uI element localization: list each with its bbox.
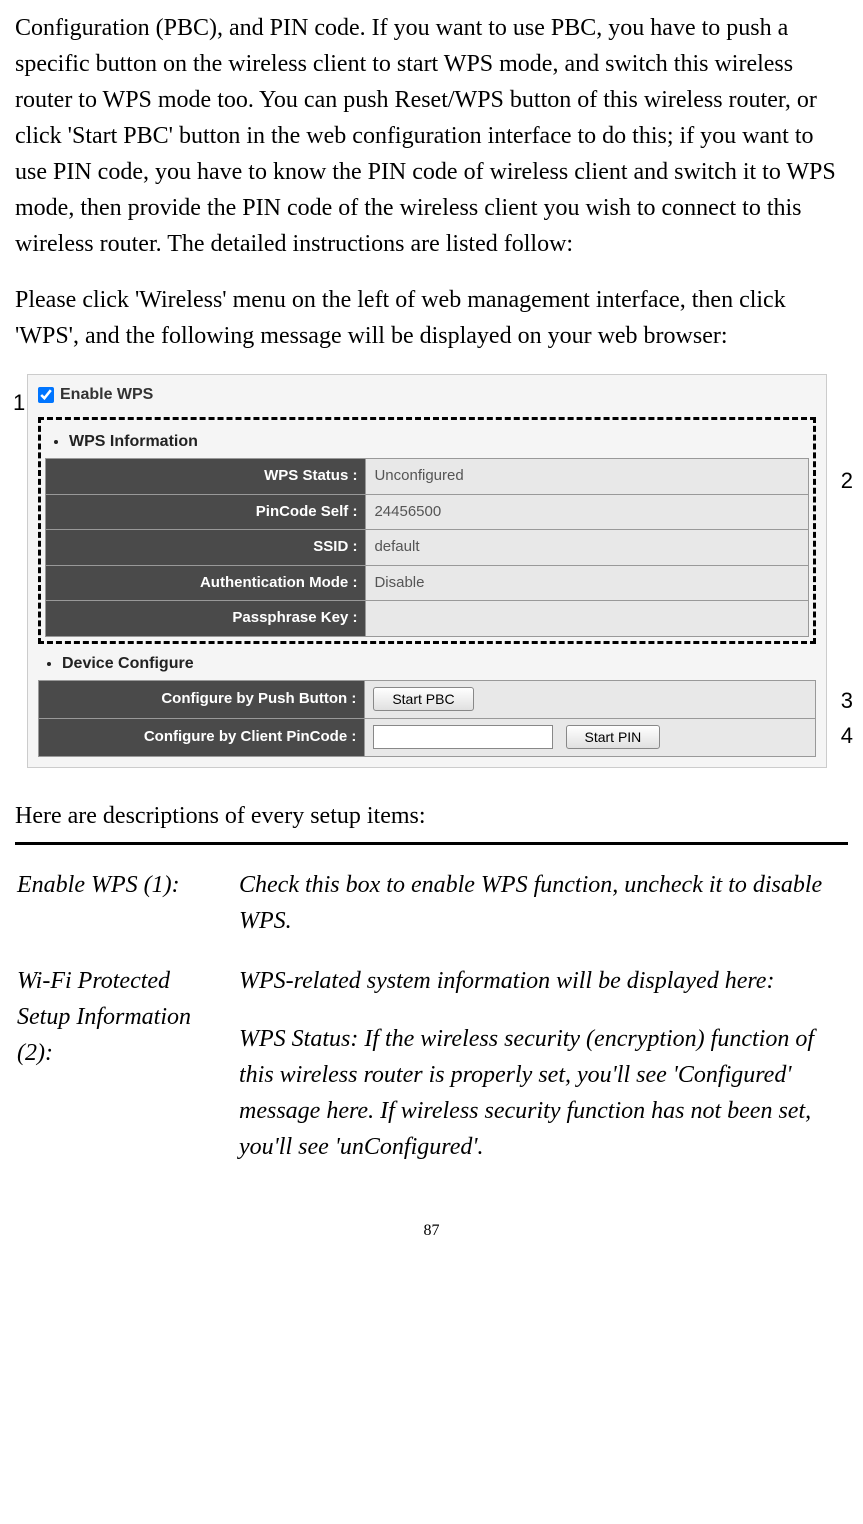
ssid-value: default (366, 530, 809, 566)
start-pbc-button[interactable]: Start PBC (373, 687, 473, 711)
table-row: Passphrase Key : (46, 601, 809, 637)
table-row: Authentication Mode : Disable (46, 565, 809, 601)
enable-wps-item-label: Enable WPS (1): (17, 867, 237, 961)
enable-wps-label: Enable WPS (60, 383, 153, 407)
client-pin-input[interactable] (373, 725, 553, 749)
body-paragraph-1: Configuration (PBC), and PIN code. If yo… (15, 10, 848, 262)
enable-wps-item-desc: Check this box to enable WPS function, u… (239, 867, 846, 961)
wps-status-value: Unconfigured (366, 459, 809, 495)
device-configure-heading: Device Configure (62, 652, 816, 676)
wps-screenshot: 1 2 3 4 Enable WPS WPS Information WPS S… (15, 374, 848, 768)
start-pin-button[interactable]: Start PIN (566, 725, 661, 749)
device-configure-table: Configure by Push Button : Start PBC Con… (38, 680, 816, 757)
wifi-protected-item-label: Wi-Fi Protected Setup Information (2): (17, 963, 237, 1187)
page-number: 87 (15, 1219, 848, 1243)
pincode-value: 24456500 (366, 494, 809, 530)
table-row: Configure by Push Button : Start PBC (39, 680, 816, 718)
push-button-cell: Start PBC (365, 680, 816, 718)
pincode-label: PinCode Self : (46, 494, 366, 530)
callout-3: 3 (841, 684, 853, 717)
callout-2: 2 (841, 464, 853, 497)
passphrase-value (366, 601, 809, 637)
passphrase-label: Passphrase Key : (46, 601, 366, 637)
wps-status-sub-desc: WPS Status: If the wireless security (en… (239, 1021, 846, 1165)
table-row: PinCode Self : 24456500 (46, 494, 809, 530)
wps-panel: Enable WPS WPS Information WPS Status : … (27, 374, 827, 768)
auth-mode-value: Disable (366, 565, 809, 601)
callout-4: 4 (841, 719, 853, 752)
table-row: SSID : default (46, 530, 809, 566)
enable-wps-row: Enable WPS (38, 383, 816, 407)
callout-1: 1 (13, 386, 25, 419)
table-row: WPS Status : Unconfigured (46, 459, 809, 495)
wps-info-table: WPS Status : Unconfigured PinCode Self :… (45, 458, 809, 637)
wifi-protected-item-desc-main: WPS-related system information will be d… (239, 968, 774, 994)
auth-mode-label: Authentication Mode : (46, 565, 366, 601)
setup-items-table: Enable WPS (1): Check this box to enable… (15, 865, 848, 1189)
wps-info-box: WPS Information WPS Status : Unconfigure… (38, 417, 816, 644)
body-paragraph-2: Please click 'Wireless' menu on the left… (15, 282, 848, 354)
enable-wps-checkbox[interactable] (38, 387, 54, 403)
push-button-label: Configure by Push Button : (39, 680, 365, 718)
descriptions-intro: Here are descriptions of every setup ite… (15, 798, 848, 834)
client-pin-label: Configure by Client PinCode : (39, 718, 365, 756)
table-row: Enable WPS (1): Check this box to enable… (17, 867, 846, 961)
wps-status-label: WPS Status : (46, 459, 366, 495)
wifi-protected-item-desc: WPS-related system information will be d… (239, 963, 846, 1187)
wps-info-heading: WPS Information (69, 430, 809, 454)
client-pin-cell: Start PIN (365, 718, 816, 756)
table-row: Wi-Fi Protected Setup Information (2): W… (17, 963, 846, 1187)
table-row: Configure by Client PinCode : Start PIN (39, 718, 816, 756)
ssid-label: SSID : (46, 530, 366, 566)
separator (15, 842, 848, 845)
